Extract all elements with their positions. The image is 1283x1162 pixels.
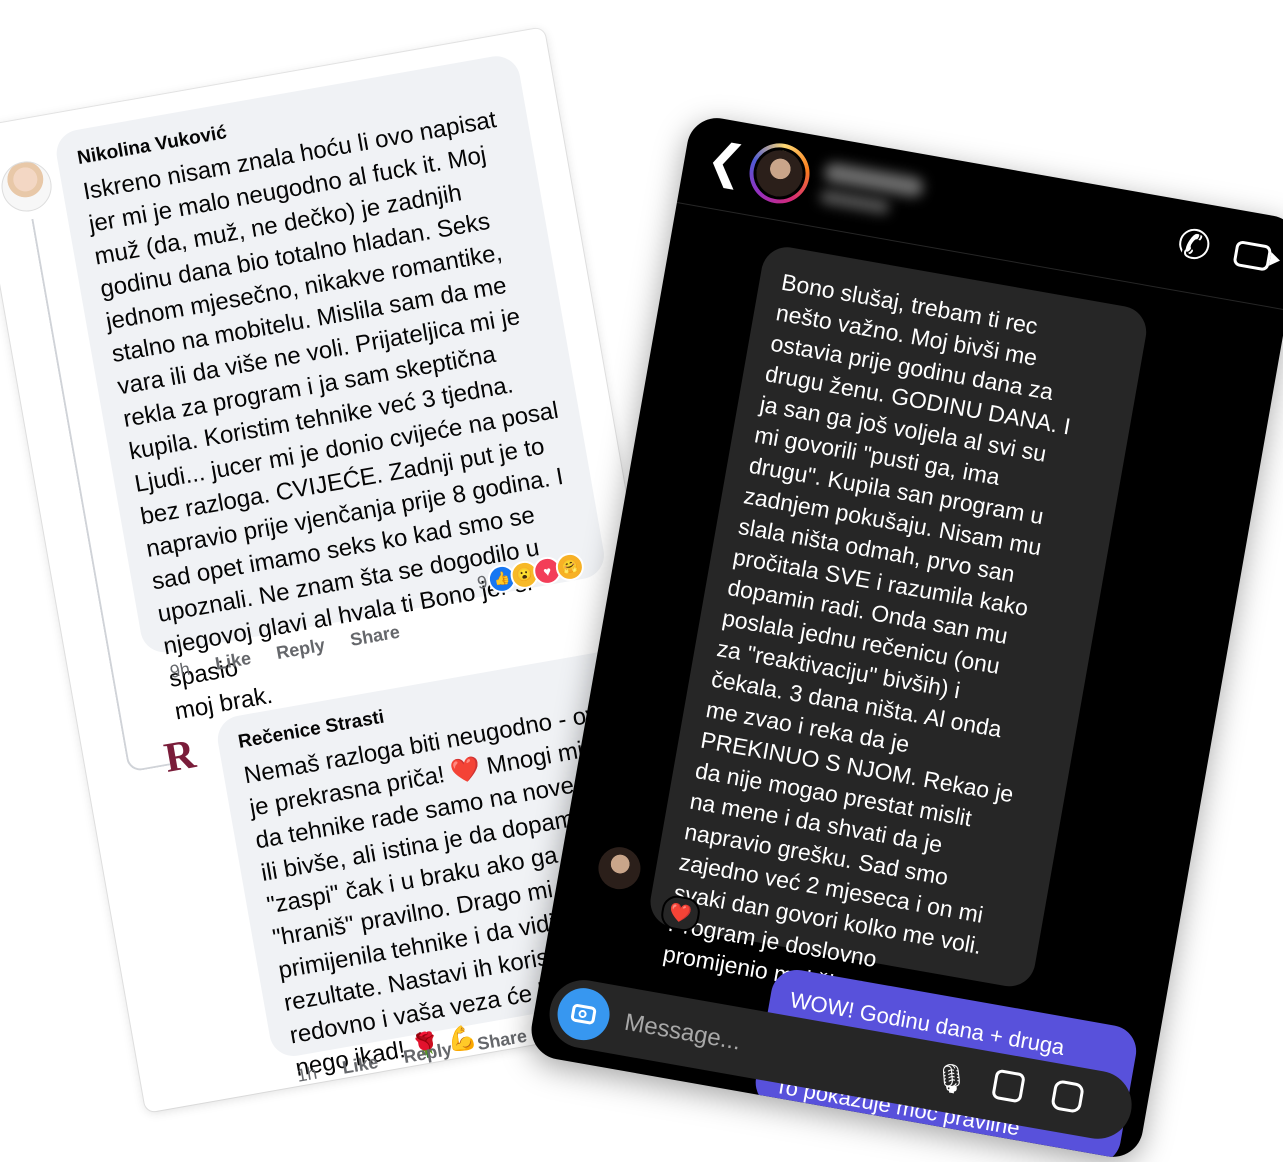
microphone-icon[interactable]: 🎙 — [931, 1058, 971, 1097]
video-call-icon[interactable] — [1232, 239, 1273, 272]
blurred-contact-username — [819, 188, 891, 215]
camera-icon — [570, 1003, 597, 1026]
camera-button[interactable] — [553, 984, 614, 1045]
back-chevron-icon[interactable]: ❮ — [703, 132, 750, 190]
incoming-message-text: Bono slušaj, trebam ti rec nešto važno. … — [661, 268, 1073, 1003]
comment-timestamp[interactable]: 9h — [168, 659, 191, 683]
incoming-message-bubble: Bono slušaj, trebam ti rec nešto važno. … — [646, 243, 1151, 1002]
nikolina-avatar[interactable] — [0, 157, 56, 216]
instagram-dm-card: ❮ ✆ Bono slušaj, trebam ti rec nešto važ… — [526, 113, 1283, 1162]
sticker-icon[interactable] — [1050, 1079, 1085, 1114]
page-logo[interactable]: R — [151, 728, 209, 786]
phone-call-icon[interactable]: ✆ — [1174, 220, 1215, 271]
sender-avatar[interactable] — [595, 843, 644, 893]
gallery-image-icon[interactable] — [991, 1068, 1026, 1104]
reply-timestamp[interactable]: 1h — [295, 1063, 318, 1087]
contact-avatar[interactable] — [744, 138, 815, 209]
